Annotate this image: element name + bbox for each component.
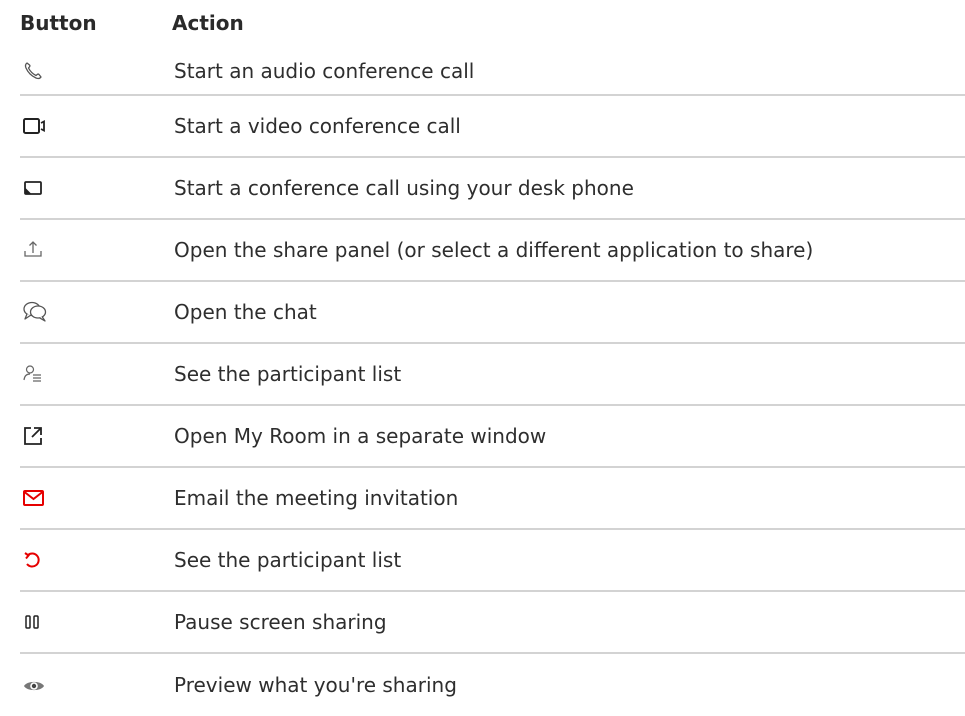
- email-envelope-icon: [20, 468, 174, 528]
- participant-list-icon: [20, 344, 174, 404]
- desk-phone-screen-icon: [20, 158, 174, 218]
- table-row: Open the chat: [20, 282, 965, 344]
- pause-icon: [20, 592, 174, 652]
- action-text: See the participant list: [174, 362, 402, 386]
- action-text: Start a conference call using your desk …: [174, 176, 634, 200]
- header-button: Button: [20, 11, 97, 35]
- share-upload-icon: [20, 220, 174, 280]
- action-text: Start an audio conference call: [174, 59, 475, 83]
- chat-bubbles-icon: [20, 282, 174, 342]
- table-row: See the participant list: [20, 344, 965, 406]
- table-row: Start a video conference call: [20, 96, 965, 158]
- open-external-window-icon: [20, 406, 174, 466]
- button-action-table: Button Action Start an audio conference …: [20, 0, 965, 716]
- table-row: Start a conference call using your desk …: [20, 158, 965, 220]
- refresh-arrow-icon: [20, 530, 174, 590]
- action-text: Preview what you're sharing: [174, 673, 457, 697]
- table-header: Button Action: [20, 0, 965, 52]
- table-row: Email the meeting invitation: [20, 468, 965, 530]
- table-row: Open My Room in a separate window: [20, 406, 965, 468]
- action-text: See the participant list: [174, 548, 402, 572]
- table-row: Open the share panel (or select a differ…: [20, 220, 965, 282]
- action-text: Open the chat: [174, 300, 317, 324]
- action-text: Pause screen sharing: [174, 610, 387, 634]
- action-text: Start a video conference call: [174, 114, 461, 138]
- action-text: Open My Room in a separate window: [174, 424, 547, 448]
- video-camera-icon: [20, 96, 174, 156]
- table-row: See the participant list: [20, 530, 965, 592]
- action-text: Open the share panel (or select a differ…: [174, 238, 814, 262]
- eye-preview-icon: [20, 654, 174, 716]
- table-row: Start an audio conference call: [20, 48, 965, 96]
- table-row: Preview what you're sharing: [20, 654, 965, 716]
- header-action: Action: [172, 11, 244, 35]
- action-text: Email the meeting invitation: [174, 486, 459, 510]
- table-row: Pause screen sharing: [20, 592, 965, 654]
- phone-icon: [20, 48, 174, 94]
